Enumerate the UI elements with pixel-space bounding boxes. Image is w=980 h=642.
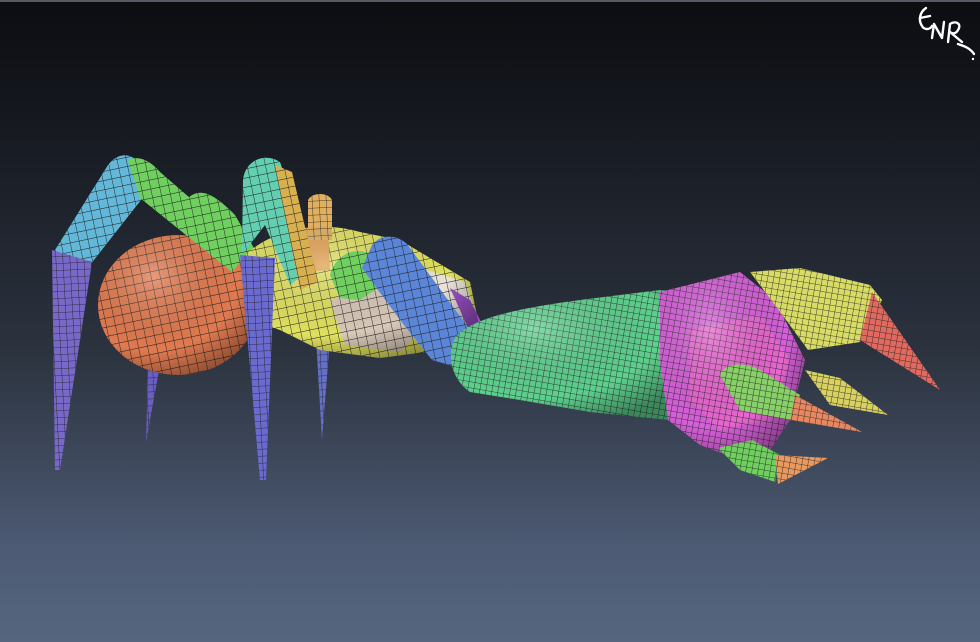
back-spike-middle [316, 338, 330, 440]
sculpt-model [52, 155, 940, 484]
claw-lower [718, 440, 828, 484]
back-spike-left [146, 365, 160, 442]
3d-viewport [0, 0, 980, 642]
signature-logo-icon [918, 6, 976, 61]
arm-forearm [450, 290, 690, 420]
